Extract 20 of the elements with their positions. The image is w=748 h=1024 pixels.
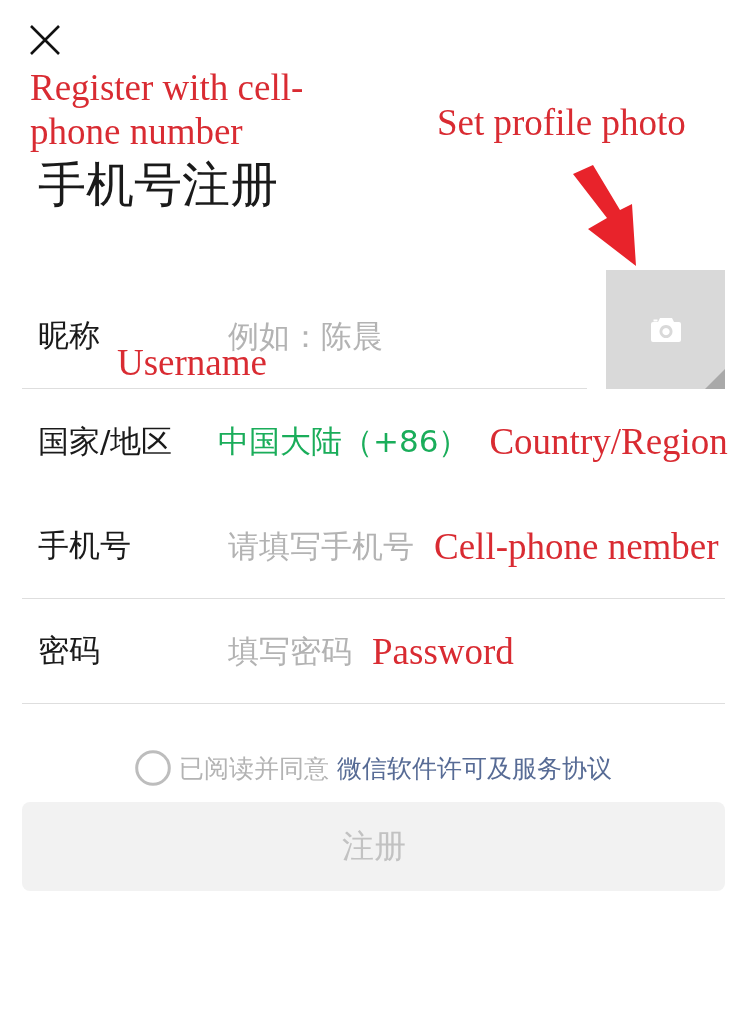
field-label: 国家/地区: [38, 422, 173, 459]
radio-button[interactable]: [135, 750, 171, 786]
input-field[interactable]: 请填写手机号: [228, 526, 414, 566]
annotation-text: Register with cell-phone number: [30, 66, 305, 154]
annotation-text: Country/Region: [489, 423, 728, 460]
field-label: 昵称: [38, 317, 100, 353]
page-title: 手机号注册: [38, 155, 278, 214]
select-value[interactable]: 中国大陆（+86）: [218, 420, 470, 463]
annotation-text: Password: [372, 632, 514, 670]
input-field[interactable]: 填写密码: [228, 631, 352, 671]
field-label: 手机号: [38, 527, 131, 563]
field-label: 密码: [38, 632, 100, 668]
annotation-text: Set profile photo: [437, 104, 686, 141]
agreement-link[interactable]: 微信软件许可及服务协议: [337, 751, 612, 785]
agreement-text: 已阅读并同意: [179, 752, 329, 785]
close-icon[interactable]: [30, 25, 60, 55]
avatar-upload-button[interactable]: [606, 270, 725, 389]
camera-icon: [650, 317, 681, 342]
annotation-text: Cell-phone nember: [434, 527, 719, 565]
corner-triangle-icon: [705, 369, 725, 389]
